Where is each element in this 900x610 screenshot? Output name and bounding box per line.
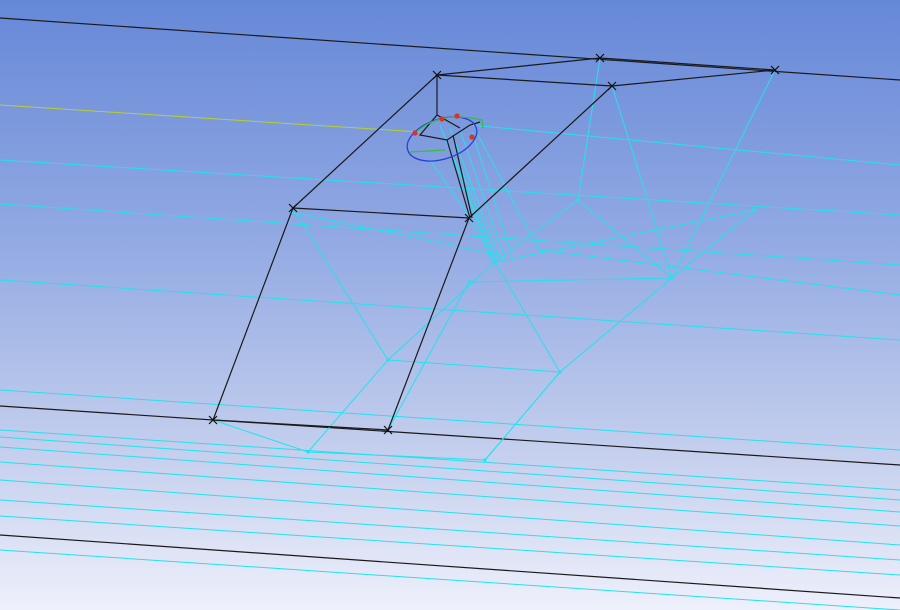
junction-dot[interactable] — [576, 198, 580, 202]
graphics-viewport[interactable] — [0, 0, 900, 610]
cyan-face-right[interactable] — [611, 85, 756, 279]
cyan-edge-c[interactable] — [387, 261, 496, 361]
ogrid-square[interactable] — [418, 75, 481, 141]
pipe-line-5[interactable] — [477, 134, 541, 253]
cyan-edge-d[interactable] — [468, 277, 673, 283]
cyan-edge-g[interactable] — [387, 281, 470, 431]
construction-line[interactable] — [0, 104, 421, 133]
junction-dot[interactable] — [670, 276, 674, 280]
block-edge-mid[interactable] — [292, 207, 470, 219]
outer-cyan-edges — [0, 124, 900, 610]
block-edge-right-down[interactable] — [387, 217, 470, 431]
junction-dot[interactable] — [306, 450, 310, 454]
cyan-edge-4[interactable] — [0, 389, 900, 451]
cyan-edge-h[interactable] — [484, 371, 561, 461]
junction-dot[interactable] — [558, 370, 562, 374]
block-edge-top-left[interactable] — [292, 74, 438, 209]
cyan-edge-12[interactable] — [0, 549, 900, 610]
cyan-edge-j[interactable] — [539, 249, 900, 296]
junction-dot[interactable] — [483, 458, 487, 462]
cyan-edge-13[interactable] — [469, 124, 900, 166]
middle-black-edge[interactable] — [0, 405, 900, 466]
ogrid-diag-3[interactable] — [452, 134, 473, 219]
cyan-edge-3[interactable] — [0, 279, 900, 341]
block-top-face[interactable] — [436, 57, 776, 87]
cyan-edge-6[interactable] — [0, 436, 900, 501]
cyan-inner-wireframe — [212, 57, 900, 461]
cyan-edge-5[interactable] — [0, 429, 900, 491]
cyan-edge-a[interactable] — [307, 359, 389, 453]
block-edge-top-right[interactable] — [468, 85, 613, 219]
cyan-face-lower[interactable] — [292, 207, 673, 373]
vertex-markers — [208, 53, 780, 462]
green-curve-segment[interactable] — [409, 149, 446, 153]
block-edge-left-down[interactable] — [212, 207, 294, 421]
cyan-edge-f[interactable] — [494, 209, 756, 263]
junction-dot[interactable] — [386, 358, 390, 362]
selection-point[interactable] — [469, 134, 475, 140]
mesh-wireframe-scene[interactable] — [0, 0, 900, 610]
pipe-line-8[interactable] — [429, 159, 471, 219]
junction-dot[interactable] — [493, 260, 497, 264]
junction-dot[interactable] — [467, 280, 471, 284]
cyan-edge-1[interactable] — [0, 159, 900, 216]
selection-point[interactable] — [412, 130, 418, 136]
selection-point[interactable] — [454, 113, 460, 119]
junction-dot[interactable] — [753, 208, 757, 212]
cyan-edge-2[interactable] — [0, 203, 900, 266]
outer-black-edges — [0, 17, 900, 599]
cyan-edge-9[interactable] — [0, 479, 900, 546]
cyan-edge-8[interactable] — [0, 461, 900, 527]
selection-point[interactable] — [439, 116, 445, 122]
cyan-edge-10[interactable] — [0, 499, 900, 561]
